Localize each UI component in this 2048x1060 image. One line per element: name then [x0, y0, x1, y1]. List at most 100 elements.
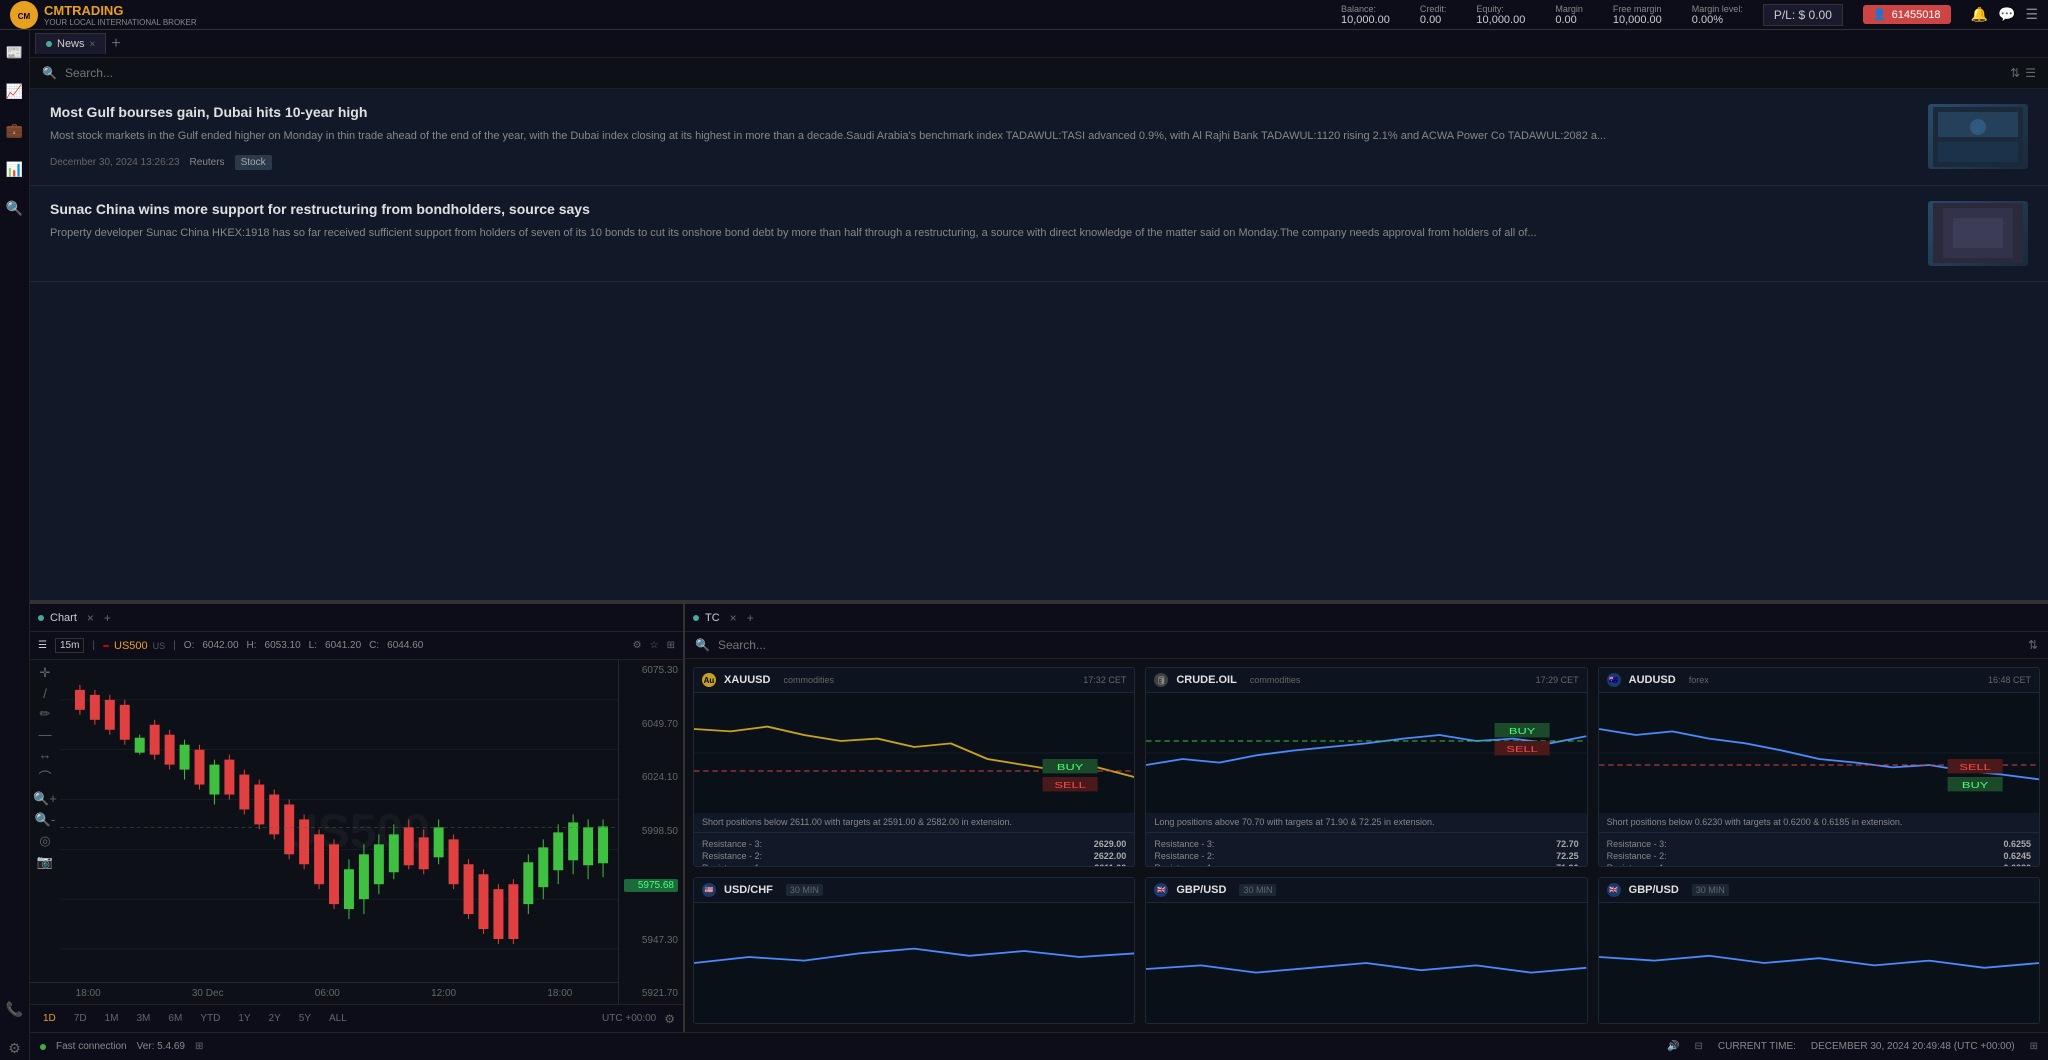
sidebar-phone-icon[interactable]: 📞 [3, 997, 27, 1021]
logo: CM CMTRADING YOUR LOCAL INTERNATIONAL BR… [10, 1, 197, 29]
add-tab-button[interactable]: + [106, 35, 125, 53]
tf-1m[interactable]: 1M [100, 1011, 124, 1026]
tc-sort-icon[interactable]: ⇅ [2028, 638, 2038, 652]
tf-ytd[interactable]: YTD [195, 1011, 225, 1026]
horizontal-tool[interactable]: — [39, 727, 52, 742]
notification-icon[interactable]: 🔔 [1971, 6, 1988, 23]
xauusd-category: commodities [783, 675, 834, 685]
zoom-in-tool[interactable]: 🔍+ [33, 791, 57, 807]
expand-icon[interactable]: ⊞ [2030, 1041, 2038, 1052]
logo-text-container: CMTRADING YOUR LOCAL INTERNATIONAL BROKE… [44, 3, 197, 27]
measure-tool[interactable]: ↔ [39, 747, 52, 762]
pnl-display: P/L: $ 0.00 [1763, 4, 1843, 26]
chart-timeframe[interactable]: 15m [55, 638, 84, 653]
tf-3m[interactable]: 3M [132, 1011, 156, 1026]
chart-dot [38, 615, 44, 621]
current-time-label: CURRENT TIME: [1718, 1041, 1796, 1052]
margin-level-label: Margin level: [1692, 4, 1743, 14]
symbol-flag-text: US [153, 641, 166, 651]
search-actions: ⇅ ☰ [2010, 66, 2036, 80]
menu-icon[interactable]: ☰ [2025, 6, 2038, 23]
tc-card-gbpusd[interactable]: 🇬🇧 GBP/USD 30 MIN [1145, 877, 1587, 1024]
chart-symbol-container: US500 US [103, 640, 165, 652]
chart-star-icon[interactable]: ☆ [650, 640, 659, 651]
trend-line-tool[interactable]: / [43, 686, 47, 701]
cursor-tool[interactable]: ✛ [40, 665, 51, 681]
gbpusd-icon: 🇬🇧 [1154, 883, 1168, 897]
news-tab[interactable]: News × [35, 33, 106, 54]
chart-candle-icon[interactable]: ☰ [38, 640, 47, 651]
tc-card-xauusd[interactable]: Au XAUUSD commodities 17:32 CET [693, 667, 1135, 867]
version-icon[interactable]: ⊞ [195, 1041, 203, 1052]
margin-level-stat: Margin level: 0.00% [1692, 4, 1743, 26]
draw-tool[interactable]: ✏ [40, 706, 51, 722]
tc-add-button[interactable]: + [747, 611, 754, 625]
news-article-2[interactable]: Sunac China wins more support for restru… [30, 186, 2048, 282]
sidebar-chart-icon[interactable]: 📊 [3, 157, 27, 181]
news-search-icon: 🔍 [42, 66, 57, 80]
gbpusd-time: 30 MIN [1239, 884, 1276, 896]
sort-icon[interactable]: ⇅ [2010, 66, 2020, 80]
news-tab-close[interactable]: × [90, 39, 96, 50]
tf-2y[interactable]: 2Y [264, 1011, 286, 1026]
xauusd-time: 17:32 CET [1083, 675, 1126, 685]
main-layout: 📰 📈 💼 📊 🔍 📞 ⚙ News × + 🔍 [0, 30, 2048, 1060]
news-title-2: Sunac China wins more support for restru… [50, 201, 1913, 217]
chart-symbol[interactable]: US500 [114, 640, 148, 652]
chat-icon[interactable]: 💬 [1998, 6, 2015, 23]
chart-close-icon[interactable]: × [87, 611, 94, 625]
sidebar-market-icon[interactable]: 📈 [3, 79, 27, 103]
tf-1y[interactable]: 1Y [233, 1011, 255, 1026]
tc-close-icon[interactable]: × [730, 611, 737, 625]
tf-all[interactable]: ALL [324, 1011, 352, 1026]
user-badge[interactable]: 👤 61455018 [1863, 5, 1951, 24]
ohlc-open-label: O: [184, 640, 195, 651]
candlestick-chart [60, 660, 618, 1004]
audusd-category: forex [1689, 675, 1709, 685]
news-article-1[interactable]: Most Gulf bourses gain, Dubai hits 10-ye… [30, 89, 2048, 186]
indicator-tool[interactable]: ◎ [39, 833, 50, 849]
balance-value: 10,000.00 [1341, 14, 1390, 26]
zoom-out-tool[interactable]: 🔍- [35, 812, 56, 828]
top-bar-left: CM CMTRADING YOUR LOCAL INTERNATIONAL BR… [10, 1, 197, 29]
tc-card-gbpusd2[interactable]: 🇬🇧 GBP/USD 30 MIN [1598, 877, 2040, 1024]
sidebar-search-icon[interactable]: 🔍 [3, 196, 27, 220]
tc-panel-header: TC × + [685, 604, 2048, 632]
chart-config-icon[interactable]: ⚙ [664, 1012, 675, 1026]
news-search-input[interactable] [65, 66, 2002, 80]
tc-card-crudeoil[interactable]: 🛢 CRUDE.OIL commodities 17:29 CET [1145, 667, 1587, 867]
tc-card-audusd[interactable]: 🇦🇺 AUDUSD forex 16:48 CET [1598, 667, 2040, 867]
filter-icon[interactable]: ☰ [2025, 66, 2036, 80]
chart-panel-title: Chart [50, 612, 77, 624]
ohlc-high-value: 6053.10 [265, 640, 301, 651]
tf-5y[interactable]: 5Y [294, 1011, 316, 1026]
tf-7d[interactable]: 7D [69, 1011, 92, 1026]
tc-card-usdchf[interactable]: 🇺🇸 USD/CHF 30 MIN [693, 877, 1135, 1024]
chart-expand-icon[interactable]: ⊞ [667, 640, 675, 651]
chart-toolbar: ☰ 15m | US500 US | O: 6042.00 H: 6053.10 [30, 632, 683, 660]
status-left: Fast connection Ver: 5.4.69 ⊞ [40, 1041, 203, 1052]
symbol-flag [103, 645, 109, 647]
margin-label: Margin [1555, 4, 1583, 14]
audusd-signal: Short positions below 0.6230 with target… [1599, 813, 2039, 833]
tc-card-header-gbpusd2: 🇬🇧 GBP/USD 30 MIN [1599, 878, 2039, 903]
volume-icon[interactable]: 🔊 [1667, 1041, 1679, 1052]
sidebar-portfolio-icon[interactable]: 💼 [3, 118, 27, 142]
chart-add-button[interactable]: + [104, 611, 111, 625]
tf-6m[interactable]: 6M [163, 1011, 187, 1026]
arc-tool[interactable]: ⌒ [38, 767, 51, 786]
logo-text: CMTRADING [44, 3, 197, 18]
settings-icon[interactable]: ⊟ [1695, 1041, 1703, 1052]
tf-1d[interactable]: 1D [38, 1011, 61, 1026]
camera-tool[interactable]: 📷 [37, 854, 53, 870]
sidebar-news-icon[interactable]: 📰 [3, 40, 27, 64]
connection-dot [40, 1044, 46, 1050]
tc-panel: TC × + 🔍 ⇅ Au [685, 604, 2048, 1032]
margin-stat: Margin 0.00 [1555, 4, 1583, 26]
chart-settings-icon[interactable]: ⚙ [633, 640, 642, 651]
chart-left-tools: ✛ / ✏ — ↔ ⌒ 🔍+ 🔍- ◎ 📷 [30, 660, 60, 1004]
tc-search-input[interactable] [718, 638, 1365, 652]
equity-label: Equity: [1476, 4, 1504, 14]
free-margin-value: 10,000.00 [1613, 14, 1662, 26]
sidebar-settings-icon[interactable]: ⚙ [3, 1036, 27, 1060]
